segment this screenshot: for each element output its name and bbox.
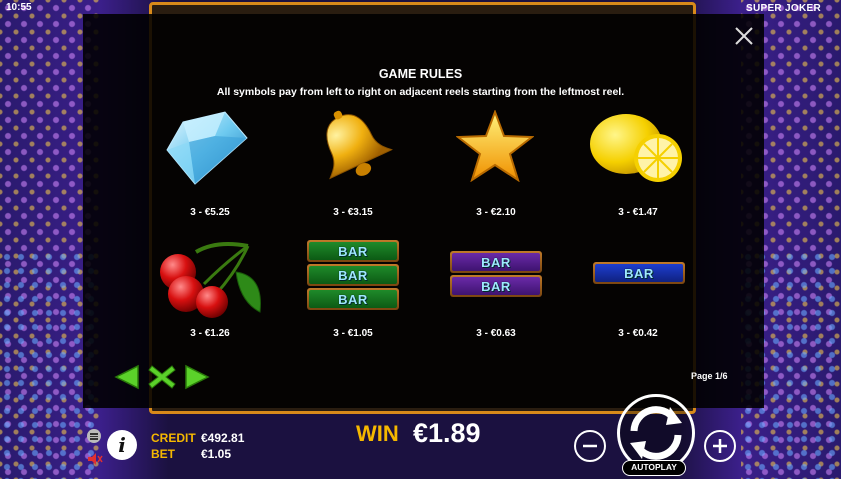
rules-subtitle: All symbols pay from left to right on ad… [216,86,625,98]
pay-single-bar: 3 - €0.42 [618,328,658,339]
prev-page-button[interactable] [114,364,140,395]
plus-icon [713,439,727,453]
pay-cherries: 3 - €1.26 [190,328,230,339]
bell-icon [308,108,396,187]
status-clock: 10:55 [6,2,32,13]
pay-triple-bar: 3 - €1.05 [333,328,373,339]
pay-lemon: 3 - €1.47 [618,207,658,218]
star-icon [455,109,535,187]
autoplay-button[interactable]: AUTOPLAY [622,460,686,476]
single-bar-icon: BAR [593,262,685,288]
page-indicator: Page 1/6 [691,371,728,381]
close-icon [735,27,753,45]
speaker-muted-icon [88,453,103,465]
next-page-button[interactable] [184,364,210,395]
credit-value: €492.81 [201,431,245,445]
cherries-icon [156,232,268,325]
increase-bet-button[interactable] [704,430,736,462]
pay-star: 3 - €2.10 [476,207,516,218]
pay-double-bar: 3 - €0.63 [476,328,516,339]
bet-label: BET [151,447,175,461]
bet-value: €1.05 [201,447,232,461]
pay-bell: 3 - €3.15 [333,207,373,218]
win-value: €1.89 [413,418,481,448]
credit-label: CREDIT [151,431,196,445]
spin-arrows-icon [630,406,682,460]
sound-button[interactable] [87,452,103,466]
menu-button[interactable] [87,429,101,443]
info-button[interactable]: i [107,430,137,460]
triple-bar-icon: BAR BAR BAR [307,240,399,314]
double-bar-icon: BAR BAR [450,251,542,301]
rules-title: GAME RULES [378,67,463,81]
win-label: WIN [356,421,399,446]
x-icon [148,365,176,389]
decrease-bet-button[interactable] [574,430,606,462]
close-rules-button[interactable] [148,364,176,395]
game-title: SUPER JOKER [746,3,821,14]
arrow-left-icon [114,364,139,390]
arrow-right-icon [185,364,210,390]
diamond-icon [165,108,249,191]
lemon-icon [588,108,686,191]
pay-diamond: 3 - €5.25 [190,207,230,218]
minus-icon [583,444,597,448]
close-button[interactable] [730,22,758,50]
